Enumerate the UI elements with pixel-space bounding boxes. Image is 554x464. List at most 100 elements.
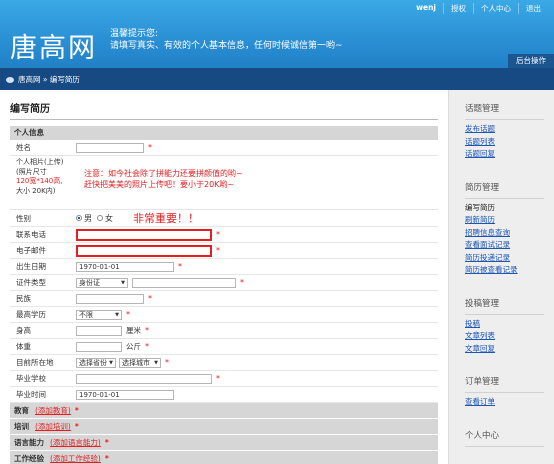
sidebar-item-topic-list[interactable]: 话题列表 [465,136,554,149]
logout-link[interactable]: 退出 [518,3,548,14]
photo-label-line: 大小 20K内) [16,186,56,195]
sidebar-item-viewed-records[interactable]: 简历被查看记录 [465,264,554,277]
photo-label-line: 个人相片(上传) [16,158,64,166]
sidebar-resume-group: 简历管理 编写简历 刷新简历 招聘信息查询 查看面试记录 简历投递记录 简历被查… [449,169,554,277]
sidebar-center-title: 个人中心 [465,417,544,447]
row-email: 电子邮件 * [10,243,438,259]
id-number-input[interactable] [132,277,236,288]
required-mark: * [178,262,182,271]
row-phone: 联系电话 * [10,227,438,243]
notice-line-2: 请填写真实、有效的个人基本信息，任何时候诚信第一哟~ [110,41,343,51]
site-logo[interactable]: 唐高网 [10,26,97,65]
sidebar-manuscript-group: 投稿管理 投稿 文章列表 文章回复 [449,285,554,356]
education-section: 教育 (添加教育) * [10,403,438,419]
add-education-link[interactable]: (添加教育) [35,405,71,416]
required-mark: * [216,230,220,239]
header-notice: 温馨提示您: 请填写真实、有效的个人基本信息，任何时候诚信第一哟~ [110,28,343,52]
sidebar-center-group: 个人中心 [449,417,554,447]
photo-label-line: (照片尺寸 [16,167,47,176]
row-gender: 性别 男 女 非常重要！！ [10,210,438,227]
language-section-title: 语言能力 [14,438,44,447]
education-section-title: 教育 [14,406,29,415]
sidebar-item-topic-reply[interactable]: 话题回复 [465,148,554,161]
gender-male-radio[interactable] [76,215,82,221]
row-weight: 体重 公斤 * [10,339,438,355]
sidebar-topic-group: 话题管理 发布话题 话题列表 话题回复 [449,90,554,161]
photo-note-line: 赶快把美美的照片上传吧！要小于20K哟~ [84,180,235,189]
important-note: 非常重要！！ [133,212,199,225]
gender-label: 性别 [16,213,31,223]
breadcrumb: 唐高网 » 编写简历 [6,74,80,85]
required-mark: * [74,406,79,415]
sidebar-item-write-resume[interactable]: 编写简历 [465,202,554,215]
add-language-link[interactable]: (添加语言能力) [50,437,101,448]
phone-input[interactable] [76,228,212,241]
photo-size-text: 120宽*140高, [16,177,63,185]
sidebar-item-interview-records[interactable]: 查看面试记录 [465,239,554,252]
chevron-down-icon: ▼ [115,311,119,318]
school-input[interactable] [76,373,212,384]
id-type-select[interactable]: 身份证 ▼ [76,277,128,288]
work-experience-section-title: 工作经验 [14,454,44,463]
row-height: 身高 厘米 * [10,323,438,339]
sidebar: 话题管理 发布话题 话题列表 话题回复 简历管理 编写简历 刷新简历 招聘信息查… [448,90,554,464]
row-school: 毕业学校 * [10,371,438,387]
required-mark: * [148,294,152,303]
site-header: 唐高网 温馨提示您: 请填写真实、有效的个人基本信息，任何时候诚信第一哟~ we… [0,0,554,68]
graduation-date-input[interactable]: 1970-01-01 [76,389,174,400]
language-section: 语言能力 (添加语言能力) * [10,435,438,451]
province-value: 选择省份 [79,358,107,367]
add-work-experience-link[interactable]: (添加工作经验) [50,453,101,464]
sidebar-item-refresh-resume[interactable]: 刷新简历 [465,214,554,227]
name-label: 姓名 [16,143,31,152]
height-input[interactable] [76,325,122,336]
sidebar-item-submit[interactable]: 投稿 [465,318,554,331]
province-select[interactable]: 选择省份 ▼ [76,357,116,368]
gender-female-radio[interactable] [97,215,103,221]
education-select[interactable]: 不限 ▼ [76,309,122,320]
row-photo: 个人相片(上传) (照片尺寸 120宽*140高, 大小 20K内) 注意：如今… [10,156,438,210]
photo-note: 注意：如今社会除了拼能力还要拼颜值的哟~ 赶快把美美的照片上传吧！要小于20K哟… [84,168,243,190]
sidebar-item-article-reply[interactable]: 文章回复 [465,343,554,356]
sidebar-item-job-search[interactable]: 招聘信息查询 [465,227,554,240]
required-mark: * [240,278,244,287]
birth-date-input[interactable]: 1970-01-01 [76,261,174,272]
required-mark: * [145,342,149,351]
name-input[interactable] [76,142,144,153]
height-label: 身高 [16,326,31,335]
page-title: 编写简历 [10,100,438,120]
work-experience-section: 工作经验 (添加工作经验) * [10,451,438,464]
training-section-title: 培训 [14,422,29,431]
sidebar-resume-title: 简历管理 [465,169,544,199]
sidebar-item-article-list[interactable]: 文章列表 [465,330,554,343]
education-value: 不限 [79,310,93,319]
sidebar-item-view-orders[interactable]: 查看订单 [465,396,554,409]
sidebar-item-delivery-records[interactable]: 简历投递记录 [465,252,554,265]
id-type-value: 身份证 [79,278,100,287]
sidebar-item-publish-topic[interactable]: 发布话题 [465,123,554,136]
required-mark: * [74,422,79,431]
weight-input[interactable] [76,341,122,352]
email-label: 电子邮件 [16,246,46,255]
required-mark: * [148,143,152,152]
breadcrumb-text[interactable]: 唐高网 » 编写简历 [18,74,80,85]
email-input[interactable] [76,244,212,257]
ethnic-input[interactable] [76,293,144,304]
sidebar-topic-title: 话题管理 [465,90,544,120]
backend-ops-button[interactable]: 后台操作 [508,54,554,68]
row-ethnic: 民族 * [10,291,438,307]
username-link[interactable]: wenj [409,3,443,14]
chevron-down-icon: ▼ [154,359,158,366]
add-training-link[interactable]: (添加培训) [35,421,71,432]
city-select[interactable]: 选择城市 ▼ [119,357,161,368]
weight-unit: 公斤 [126,342,141,351]
education-label: 最高学历 [16,310,46,319]
row-birth: 出生日期 1970-01-01 * [10,259,438,275]
authorize-link[interactable]: 授权 [443,3,473,14]
row-name: 姓名 * [10,140,438,156]
user-center-link[interactable]: 个人中心 [473,3,518,14]
photo-label: 个人相片(上传) (照片尺寸 120宽*140高, 大小 20K内) [10,158,76,196]
phone-label: 联系电话 [16,230,46,239]
location-label: 目前所在地 [16,358,54,367]
graduation-label: 毕业时间 [16,390,46,399]
